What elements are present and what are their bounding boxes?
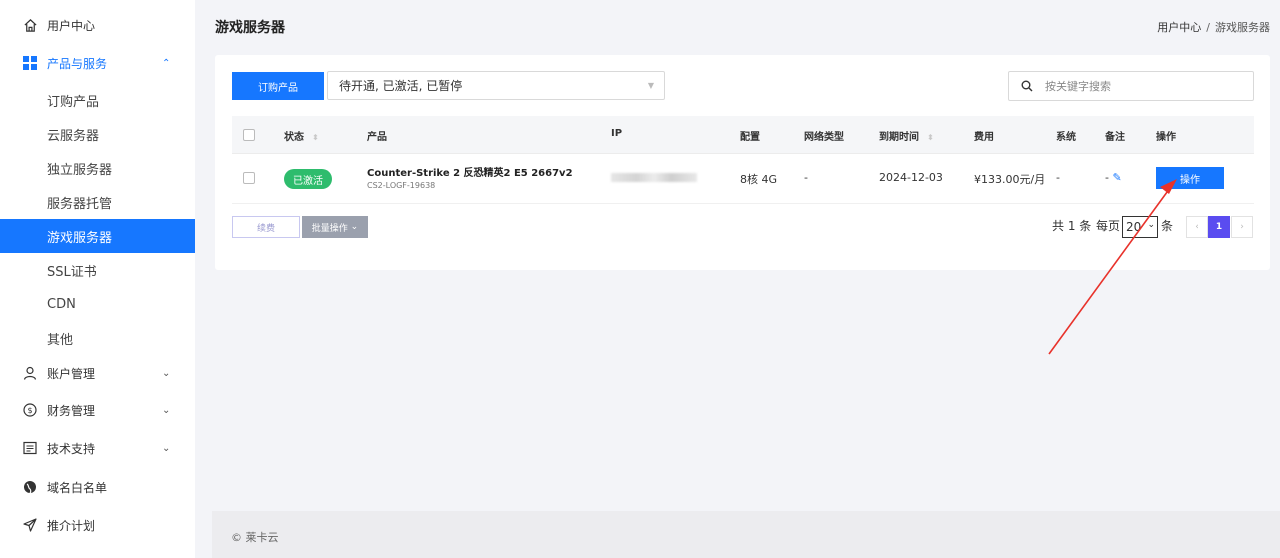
column-header-expire[interactable]: 到期时间 ⬍ [879,128,934,143]
breadcrumb-separator: / [1206,21,1210,34]
breadcrumb: 用户中心 / 游戏服务器 [1157,19,1270,35]
per-page-label: 每页 [1096,219,1121,233]
config-cell: 8核 4G [740,173,778,186]
edit-pencil-icon[interactable]: ✎ [1112,171,1121,184]
sidebar-item-referral[interactable]: 推介计划 [0,508,195,542]
bulk-action-button[interactable]: 批量操作 ⌄ [302,216,368,238]
page-size-select[interactable]: 20 ⌄ [1122,216,1158,238]
select-all-checkbox[interactable] [243,129,255,141]
network-cell: - [804,171,808,184]
sidebar-item-other[interactable]: 其他 [0,321,195,355]
renew-button[interactable]: 续费 [232,216,300,238]
sidebar-item-label: 其他 [47,332,74,348]
sidebar-item-label: 游戏服务器 [47,230,113,246]
note-cell: - ✎ [1105,171,1122,184]
sidebar-item-label: 技术支持 [47,441,96,456]
sidebar-item-label: 域名白名单 [47,480,108,495]
page-1-button[interactable]: 1 [1208,216,1230,238]
svg-text:$: $ [27,406,32,415]
search-icon [1021,80,1033,92]
globe-icon [22,479,38,495]
expire-cell: 2024-12-03 [879,171,943,184]
ticket-icon [22,440,38,456]
page-title: 游戏服务器 [215,20,285,36]
column-header-ip: IP [611,128,623,139]
total-count: 共 1 条 [1052,219,1092,233]
sidebar: 用户中心 产品与服务 ⌃ 订购产品 云服务器 独立服务器 服务器托管 游戏服务器… [0,0,195,558]
home-icon [22,17,38,33]
ip-address-redacted [611,173,697,182]
column-header-product: 产品 [367,132,387,143]
sidebar-item-dedicated-server[interactable]: 独立服务器 [0,151,195,185]
search-box[interactable] [1008,71,1254,101]
sidebar-item-label: 订购产品 [47,94,100,110]
grid-icon [22,55,38,71]
sidebar-item-label: 独立服务器 [47,162,113,178]
breadcrumb-current: 游戏服务器 [1215,21,1270,34]
product-code: CS2-LOGF-19638 [367,181,436,190]
order-product-button[interactable]: 订购产品 [232,72,324,100]
os-cell: - [1056,171,1060,184]
sidebar-item-label: 产品与服务 [47,56,108,71]
sidebar-item-label: 账户管理 [47,366,96,381]
table-header: 状态 ⬍ 产品 IP 配置 网络类型 到期时间 ⬍ 费用 系统 备注 操作 [232,116,1254,154]
sort-icon: ⬍ [312,133,319,142]
sidebar-item-cloud-server[interactable]: 云服务器 [0,117,195,151]
sidebar-item-label: 用户中心 [47,18,96,33]
next-page-button[interactable]: › [1231,216,1253,238]
column-header-action: 操作 [1156,132,1176,143]
chevron-down-icon: ⌄ [1147,220,1155,230]
product-name[interactable]: Counter-Strike 2 反恐精英2 E5 2667v2 [367,164,573,179]
chevron-down-icon: ⌄ [162,442,171,454]
fee-cell: ¥133.00元/月 [974,173,1046,186]
sidebar-item-finance[interactable]: $ 财务管理 ⌄ [0,393,195,427]
user-icon [22,365,38,381]
column-header-os: 系统 [1056,132,1076,143]
column-header-status[interactable]: 状态 ⬍ [284,128,319,143]
sidebar-item-game-server[interactable]: 游戏服务器 [0,219,195,253]
row-checkbox[interactable] [243,172,255,184]
column-header-fee: 费用 [974,132,994,143]
sidebar-item-ssl[interactable]: SSL证书 [0,253,195,287]
sidebar-item-products[interactable]: 产品与服务 ⌃ [0,46,195,80]
search-input[interactable] [1043,78,1247,94]
sidebar-item-label: SSL证书 [47,264,97,280]
row-action-button[interactable]: 操作 [1156,167,1224,189]
sidebar-item-label: 推介计划 [47,518,96,533]
sidebar-item-user-center[interactable]: 用户中心 [0,8,195,42]
sidebar-item-label: CDN [47,296,76,312]
status-badge: 已激活 [284,169,332,189]
per-page-unit: 条 [1161,219,1174,233]
column-header-note: 备注 [1105,132,1125,143]
sidebar-item-cdn[interactable]: CDN [0,287,195,321]
chevron-up-icon: ⌃ [162,57,171,69]
column-header-config: 配置 [740,132,760,143]
sidebar-item-domain-whitelist[interactable]: 域名白名单 [0,470,195,504]
sidebar-item-support[interactable]: 技术支持 ⌄ [0,431,195,465]
chevron-down-icon: ⌄ [162,367,171,379]
footer: © 莱卡云 [212,511,1280,558]
breadcrumb-home[interactable]: 用户中心 [1157,21,1201,34]
chevron-down-icon: ⌄ [162,404,171,416]
server-list-card: 订购产品 待开通, 已激活, 已暂停 ▼ 状态⬍ 产品 IP 配置 网络类型 到… [215,55,1270,270]
status-filter-select[interactable]: 待开通, 已激活, 已暂停 ▼ [327,71,665,100]
send-icon [22,517,38,533]
table-row: 已激活 Counter-Strike 2 反恐精英2 E5 2667v2 CS2… [232,153,1254,204]
sidebar-item-label: 财务管理 [47,403,96,418]
sidebar-item-label: 云服务器 [47,128,100,144]
dollar-icon: $ [22,402,38,418]
copyright-text: © 莱卡云 [231,531,279,544]
sidebar-item-label: 服务器托管 [47,196,113,212]
chevron-down-icon: ▼ [647,81,654,90]
chevron-down-icon: ⌄ [350,222,359,232]
sidebar-item-colocation[interactable]: 服务器托管 [0,185,195,219]
sidebar-item-order[interactable]: 订购产品 [0,83,195,117]
prev-page-button[interactable]: ‹ [1186,216,1208,238]
sidebar-item-account[interactable]: 账户管理 ⌄ [0,356,195,390]
sort-icon: ⬍ [927,133,934,142]
status-filter-value: 待开通, 已激活, 已暂停 [339,79,463,93]
column-header-network: 网络类型 [804,132,844,143]
